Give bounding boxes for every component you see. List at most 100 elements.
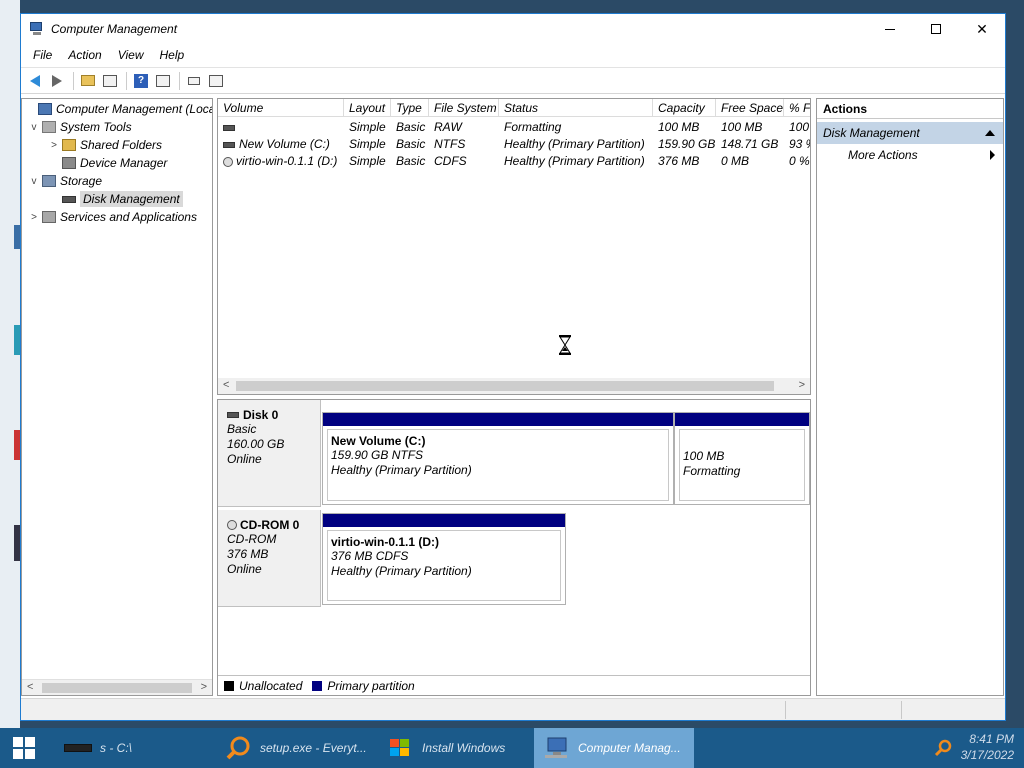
taskbar-item-everything[interactable]: setup.exe - Everyt... [216,728,371,768]
chevron-down-icon[interactable]: v [28,176,40,187]
search-magnifier-icon [226,736,250,760]
volume-list: Volume Layout Type File System Status Ca… [217,98,811,395]
menu-file[interactable]: File [25,48,60,62]
table-row[interactable]: virtio-win-0.1.1 (D:) Simple Basic CDFS … [218,153,810,170]
clock-date: 3/17/2022 [960,748,1014,762]
scroll-right-icon[interactable]: > [799,379,805,391]
taskbar-item-computer-management[interactable]: Computer Manag... [534,728,694,768]
computer-management-icon [545,737,567,758]
more-actions-item[interactable]: More Actions [817,144,1003,166]
cell-file-system: NTFS [434,137,466,151]
actions-header: Actions [817,99,1003,119]
unallocated-swatch [224,680,234,691]
toolbar-separator [126,71,127,90]
close-button[interactable]: ✕ [959,14,1005,44]
legend-unallocated: Unallocated [239,678,303,693]
tree-item-system-tools[interactable]: v System Tools [28,118,132,136]
disk-0-label[interactable]: Disk 0 Basic 160.00 GB Online [218,400,321,507]
minimize-icon [885,28,895,30]
computer-management-window: Computer Management ✕ File Action View H… [20,13,1006,721]
windows-flag-icon [390,739,409,756]
maximize-icon [931,24,941,34]
column-header-capacity[interactable]: Capacity [653,99,716,117]
tree-item-computer-management[interactable]: Computer Management (Local [24,100,213,118]
scroll-left-icon[interactable]: < [27,681,33,693]
disk-legend: Unallocated Primary partition [218,675,810,695]
title-bar[interactable]: Computer Management ✕ [21,14,1005,44]
table-row[interactable]: Simple Basic RAW Formatting 100 MB 100 M… [218,119,810,136]
show-hide-console-tree-button[interactable] [100,71,120,91]
help-button[interactable]: ? [131,71,151,91]
status-bar [21,698,1005,720]
menu-action[interactable]: Action [60,48,109,62]
taskbar-item-label: s - C:\ [100,741,132,755]
tree-item-label: System Tools [60,120,132,134]
taskbar-item-command-prompt[interactable]: s - C:\ [56,728,206,768]
tray-search-icon[interactable] [934,739,952,757]
computer-icon [38,103,52,115]
menu-view[interactable]: View [110,48,152,62]
show-hide-action-pane-button[interactable] [153,71,173,91]
column-header-percent-free[interactable]: % F [784,99,810,117]
forward-button[interactable] [47,71,67,91]
actions-section-disk-management[interactable]: Disk Management [817,122,1003,144]
connect-button[interactable] [184,71,204,91]
tree-item-label: Computer Management (Local [56,102,213,116]
tree-item-label: Storage [60,174,103,188]
properties-button[interactable] [206,71,226,91]
partition-d[interactable]: virtio-win-0.1.1 (D:) 376 MB CDFS Health… [322,513,566,605]
table-row[interactable]: New Volume (C:) Simple Basic NTFS Health… [218,136,810,153]
scroll-right-icon[interactable]: > [201,681,207,693]
tree-item-services-and-applications[interactable]: > Services and Applications [28,208,197,226]
partition-size: 159.90 GB NTFS [331,448,424,462]
legend-primary-partition: Primary partition [327,678,415,693]
column-header-status[interactable]: Status [499,99,653,117]
command-prompt-icon [64,744,92,752]
collapse-up-icon[interactable] [985,130,995,136]
scrollbar-thumb[interactable] [42,683,192,693]
tree-item-label: Shared Folders [80,138,163,152]
list-horizontal-scrollbar[interactable]: < > [218,378,810,394]
more-actions-label: More Actions [848,148,918,162]
hourglass-cursor-icon [559,335,571,355]
column-header-free-space[interactable]: Free Space [716,99,784,117]
back-button[interactable] [25,71,45,91]
folder-up-icon [81,75,95,86]
scrollbar-thumb[interactable] [236,381,774,391]
cell-free-space: 0 MB [721,154,750,168]
console-tree-icon [103,74,117,87]
taskbar-item-label: setup.exe - Everyt... [260,741,367,755]
device-manager-icon [62,157,76,169]
column-header-type[interactable]: Type [391,99,429,117]
system-clock[interactable]: 8:41 PM 3/17/2022 [961,731,1014,763]
disk-name: CD-ROM 0 [227,518,320,532]
chevron-right-icon[interactable]: > [48,140,60,151]
menu-help[interactable]: Help [152,48,193,62]
disk-state: Online [227,452,262,466]
start-button[interactable] [0,728,48,768]
taskbar-item-install-windows[interactable]: Install Windows [378,728,526,768]
action-pane-icon [156,74,170,87]
scroll-left-icon[interactable]: < [223,379,229,391]
minimize-button[interactable] [867,14,913,44]
tree-item-disk-management[interactable]: Disk Management [48,190,183,208]
cell-capacity: 100 MB [658,120,700,134]
partition-c[interactable]: New Volume (C:) 159.90 GB NTFS Healthy (… [322,412,674,505]
chevron-down-icon[interactable]: v [28,122,40,133]
maximize-button[interactable] [913,14,959,44]
column-header-layout[interactable]: Layout [344,99,391,117]
column-header-volume[interactable]: Volume [218,99,344,117]
chevron-right-icon[interactable]: > [28,212,40,223]
tree-item-shared-folders[interactable]: > Shared Folders [48,136,162,154]
cell-layout: Simple [349,120,386,134]
cell-type: Basic [396,137,426,151]
column-header-file-system[interactable]: File System [429,99,499,117]
tree-item-storage[interactable]: v Storage [28,172,103,190]
tree-horizontal-scrollbar[interactable]: < > [22,679,212,695]
shared-folders-icon [62,139,76,151]
cdrom-0-label[interactable]: CD-ROM 0 CD-ROM 376 MB Online [218,510,321,607]
tree-item-device-manager[interactable]: Device Manager [48,154,167,172]
partition-unnamed[interactable]: 100 MB Formatting [674,412,810,505]
up-one-level-button[interactable] [78,71,98,91]
taskbar-item-label: Computer Manag... [578,741,681,755]
